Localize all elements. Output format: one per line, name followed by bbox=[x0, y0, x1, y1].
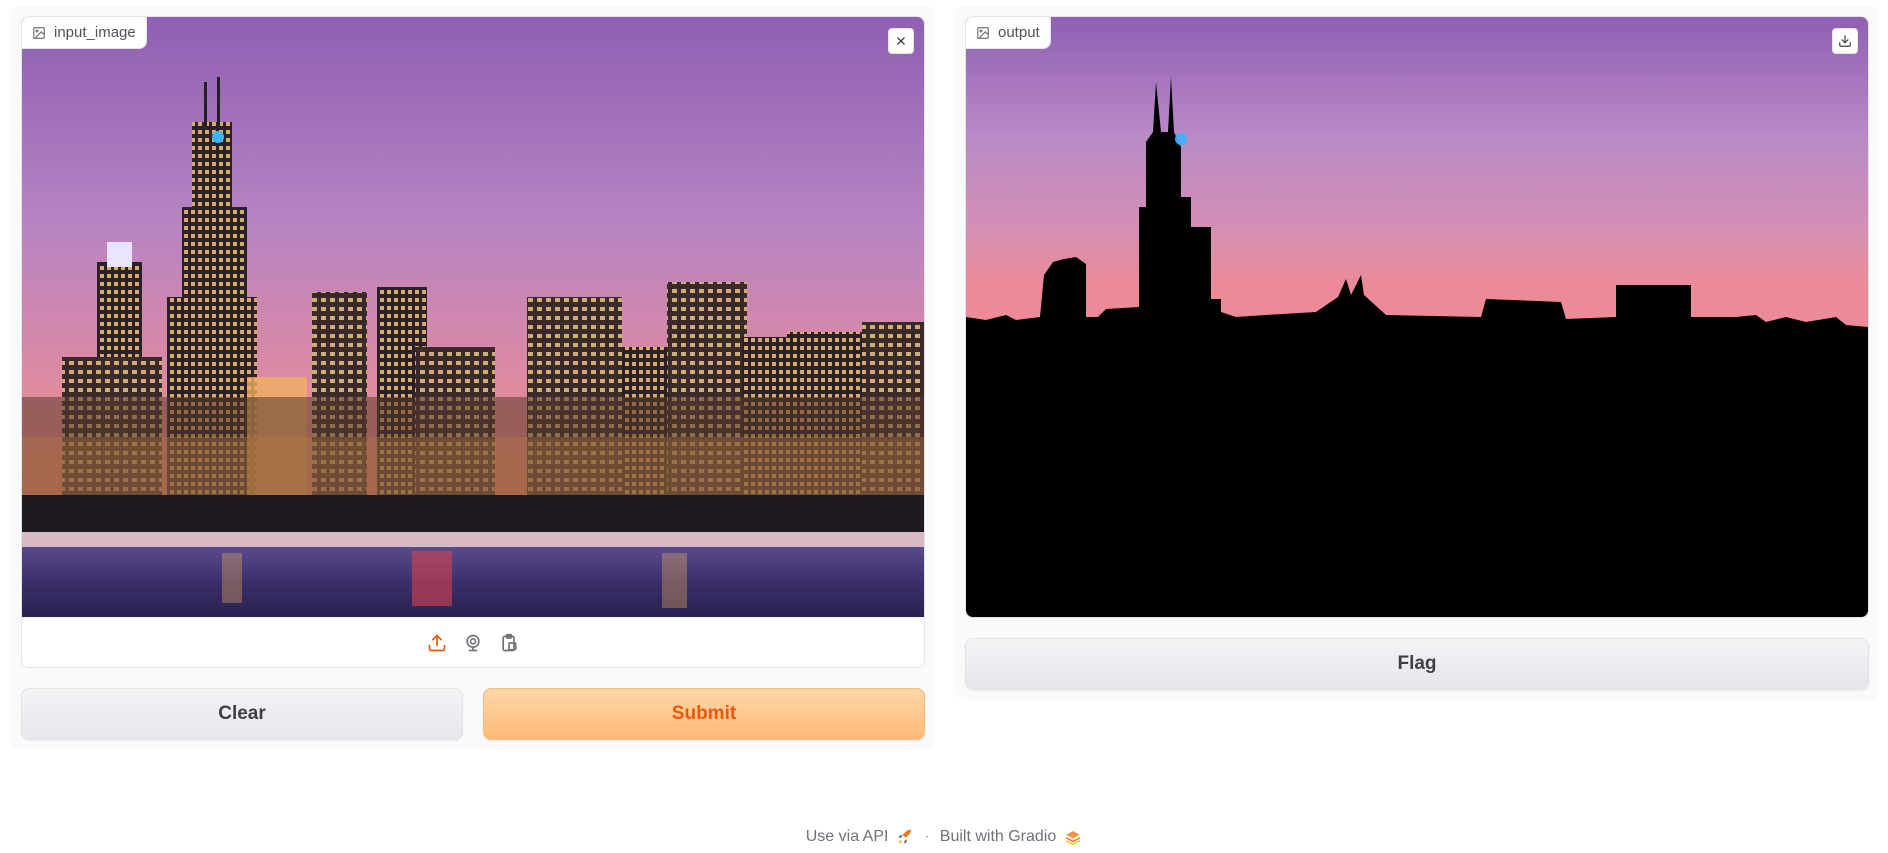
footer-separator: · bbox=[924, 828, 930, 845]
download-icon bbox=[1839, 35, 1851, 47]
skyline-mask-image bbox=[966, 17, 1868, 617]
built-with-gradio-label: Built with Gradio bbox=[939, 828, 1057, 845]
input-image-preview[interactable] bbox=[22, 17, 924, 617]
image-icon bbox=[976, 26, 990, 40]
input-panel: input_image Clear Submit bbox=[11, 6, 935, 751]
output-panel: output Flag bbox=[955, 6, 1879, 700]
use-via-api-link[interactable]: Use via API bbox=[806, 828, 915, 846]
rocket-icon bbox=[896, 828, 914, 846]
close-icon bbox=[897, 37, 905, 45]
footer: Use via API · Built with Gradio bbox=[0, 828, 1888, 846]
input-image-block: input_image bbox=[21, 16, 925, 668]
output-image-preview bbox=[966, 17, 1868, 617]
use-via-api-label: Use via API bbox=[805, 828, 889, 845]
clear-image-button[interactable] bbox=[888, 28, 914, 54]
input-image-label: input_image bbox=[22, 17, 147, 49]
built-with-gradio-link[interactable]: Built with Gradio bbox=[940, 828, 1083, 846]
input-image-label-text: input_image bbox=[54, 24, 136, 41]
webcam-icon bbox=[466, 634, 480, 651]
clipboard-icon bbox=[502, 633, 517, 651]
gradio-app: input_image Clear Submit output Flag Use… bbox=[0, 0, 1888, 853]
output-image-label: output bbox=[966, 17, 1051, 49]
webcam-button[interactable] bbox=[462, 632, 484, 654]
upload-button[interactable] bbox=[426, 632, 448, 654]
gradio-logo-icon bbox=[1064, 828, 1082, 846]
submit-button[interactable]: Submit bbox=[483, 688, 925, 740]
download-button[interactable] bbox=[1832, 28, 1858, 54]
flag-button[interactable]: Flag bbox=[965, 638, 1869, 690]
city-skyline-image bbox=[22, 17, 924, 617]
clear-button[interactable]: Clear bbox=[21, 688, 463, 740]
output-image-block: output bbox=[965, 16, 1869, 618]
image-source-toolbar bbox=[22, 617, 924, 667]
clipboard-button[interactable] bbox=[498, 632, 520, 654]
image-icon bbox=[32, 26, 46, 40]
output-image-label-text: output bbox=[998, 24, 1040, 41]
upload-icon bbox=[428, 634, 446, 651]
